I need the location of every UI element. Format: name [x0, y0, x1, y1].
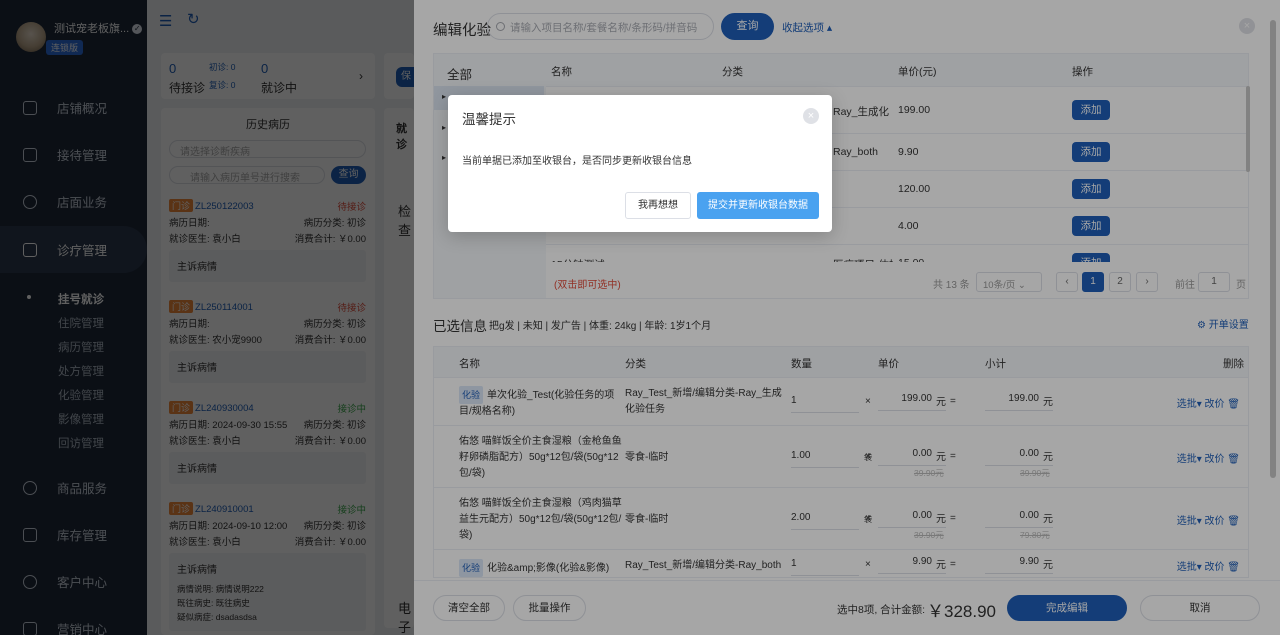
dialog-close-icon[interactable]: ×	[803, 108, 819, 124]
dialog-message: 当前单据已添加至收银台，是否同步更新收银台信息	[462, 156, 692, 167]
submit-update-button[interactable]: 提交并更新收银台数据	[697, 192, 819, 219]
think-again-button[interactable]: 我再想想	[625, 192, 691, 219]
confirm-dialog: 温馨提示 × 当前单据已添加至收银台，是否同步更新收银台信息 我再想想 提交并更…	[448, 95, 832, 232]
dialog-title: 温馨提示	[462, 112, 516, 127]
